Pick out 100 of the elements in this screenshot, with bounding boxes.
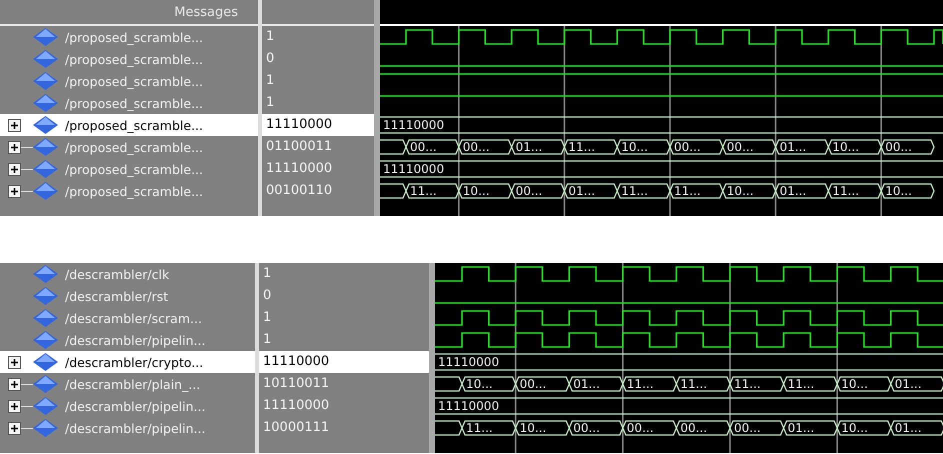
signal-row[interactable]: /descrambler/scram... <box>0 307 255 329</box>
signal-row[interactable]: /proposed_scramble... <box>0 48 258 70</box>
signal-row[interactable]: /proposed_scramble... <box>0 158 258 180</box>
expand-icon[interactable] <box>8 422 21 434</box>
bus-value: 01... <box>568 184 596 198</box>
bus-value: 01... <box>788 421 814 435</box>
diamond-icon <box>33 265 58 283</box>
bus-value: 11... <box>626 377 654 391</box>
signal-row[interactable]: /descrambler/clk <box>0 263 255 285</box>
bus-segment <box>722 183 776 199</box>
bus-segment <box>616 139 671 155</box>
diamond-icon <box>33 419 58 437</box>
signal-name: /descrambler/pipelin... <box>65 420 206 436</box>
bus-value: 11... <box>568 140 596 154</box>
signal-value: 1 <box>262 309 272 327</box>
signal-value: 1 <box>262 265 272 283</box>
bus-value: 00... <box>462 140 490 154</box>
bus-value: 00... <box>520 377 546 391</box>
expand-icon[interactable] <box>8 400 21 412</box>
signal-row[interactable]: /descrambler/plain_... <box>0 373 255 395</box>
bus-value: 01... <box>516 140 542 154</box>
bus-value: 11110000 <box>383 162 444 176</box>
bus-segment <box>622 420 678 436</box>
signal-value: 1 <box>262 331 272 349</box>
signal-name: /proposed_scramble... <box>65 162 204 176</box>
signal-name: /descrambler/crypto... <box>65 354 204 370</box>
tree-connector <box>21 190 33 192</box>
diamond-icon <box>33 331 58 349</box>
bus-value: 11... <box>621 184 648 198</box>
bus-value: 00... <box>410 140 437 154</box>
bus-value: 10... <box>466 377 493 391</box>
signal-name: /descrambler/pipelin... <box>65 398 206 414</box>
bus-segment <box>729 420 784 436</box>
signal-row[interactable]: /proposed_scramble... <box>0 114 258 136</box>
expand-icon[interactable] <box>8 118 21 132</box>
signal-row[interactable]: /descrambler/pipelin... <box>0 417 255 439</box>
diamond-icon <box>33 182 58 200</box>
bus-segment <box>568 420 624 436</box>
bus-segment <box>774 183 830 199</box>
bus-segment <box>514 420 570 436</box>
bus-segment <box>782 420 838 436</box>
tree-connector <box>21 146 33 148</box>
bus-value: 10... <box>462 184 490 198</box>
signal-row[interactable]: /proposed_scramble... <box>0 70 258 92</box>
signal-name: /descrambler/rst <box>65 288 168 304</box>
expand-icon[interactable] <box>8 378 21 390</box>
diamond-icon <box>33 375 58 393</box>
signal-row[interactable]: /descrambler/crypto... <box>0 351 255 373</box>
signal-name: /proposed_scramble... <box>65 52 204 66</box>
signal-value: 11110000 <box>265 160 334 178</box>
signal-name: /descrambler/clk <box>65 266 170 282</box>
diamond-icon <box>33 72 58 90</box>
bus-segment <box>568 376 624 392</box>
signal-row[interactable]: /descrambler/pipelin... <box>0 395 255 417</box>
expand-icon[interactable] <box>8 140 21 154</box>
bus-value: 00... <box>680 421 708 435</box>
bus-value: 00... <box>726 140 754 154</box>
signal-value: 11110000 <box>262 397 330 415</box>
bus-value: 00... <box>626 421 654 435</box>
bus-value: 00... <box>573 421 600 435</box>
bus-segment <box>880 139 935 155</box>
bus-segment <box>514 376 570 392</box>
bus-value: 10... <box>841 377 868 391</box>
bus-segment <box>676 376 731 392</box>
signal-value: 1 <box>265 28 276 46</box>
bus-value: 11110000 <box>438 399 500 413</box>
signal-row[interactable]: /proposed_scramble... <box>0 26 258 48</box>
bus-value: 10... <box>832 140 860 154</box>
signal-row[interactable]: /proposed_scramble... <box>0 136 258 158</box>
bus-value: 00... <box>885 140 912 154</box>
bus-segment <box>510 139 566 155</box>
bus-value: 00... <box>734 421 761 435</box>
bus-segment <box>622 376 678 392</box>
bus-segment <box>510 183 566 199</box>
bus-segment <box>828 183 882 199</box>
bus-segment <box>722 139 776 155</box>
signal-value: 0 <box>265 50 276 68</box>
signal-row[interactable]: /proposed_scramble... <box>0 92 258 114</box>
bus-value: 10... <box>841 421 868 435</box>
signal-row[interactable]: /descrambler/rst <box>0 285 255 307</box>
signal-value: 11110000 <box>259 351 429 373</box>
diamond-icon <box>33 116 58 134</box>
bus-value: 10... <box>621 140 648 154</box>
expand-icon[interactable] <box>8 184 21 198</box>
bus-segment <box>458 183 512 199</box>
bus-value: 11... <box>410 184 437 198</box>
signal-row[interactable]: /descrambler/pipelin... <box>0 329 255 351</box>
expand-icon[interactable] <box>8 162 21 176</box>
bus-value: 01... <box>894 377 922 391</box>
bus-segment <box>828 139 882 155</box>
bus-segment <box>564 183 618 199</box>
bus-value: 11... <box>466 421 493 435</box>
tree-connector <box>21 168 33 170</box>
expand-icon[interactable] <box>8 356 21 368</box>
signal-name: /descrambler/scram... <box>65 310 202 326</box>
signal-name: /descrambler/plain_... <box>65 376 200 392</box>
bus-value: 10... <box>520 421 546 435</box>
diamond-icon <box>33 287 58 305</box>
signal-row[interactable]: /proposed_scramble... <box>0 180 258 202</box>
bus-segment <box>890 420 943 436</box>
